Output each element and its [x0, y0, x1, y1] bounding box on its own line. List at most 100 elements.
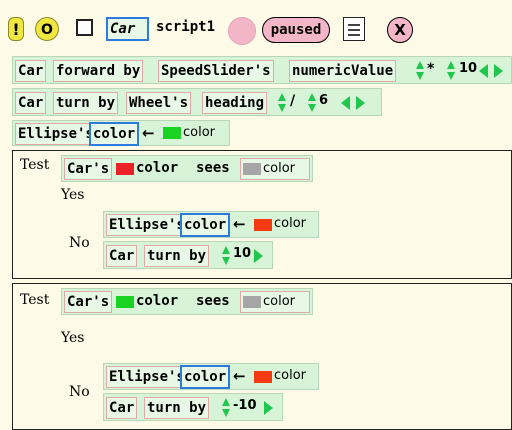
up-down-arrow-icon[interactable] [221, 398, 231, 418]
up-arrow [308, 93, 316, 101]
up-arrow [278, 93, 286, 101]
test1-no2-amount[interactable]: 10 [233, 246, 251, 261]
up-arrow [447, 61, 455, 69]
line2-player-tile[interactable]: Car [15, 92, 47, 114]
script-header: ! O Car script1 paused X [0, 0, 512, 50]
right-arrow [494, 64, 503, 78]
left-arrow [479, 64, 488, 78]
bang-label: ! [12, 20, 20, 39]
right-arrow-icon[interactable] [264, 401, 273, 415]
down-arrow [416, 72, 424, 80]
test2-no-line1[interactable]: Ellipse's color ← color [103, 363, 319, 390]
up-down-arrow-icon[interactable] [307, 93, 317, 113]
down-arrow [222, 409, 230, 417]
line3-player-tile[interactable]: Ellipse's [15, 123, 97, 145]
line2-source-tile[interactable]: Wheel's [126, 92, 192, 114]
test1-sees: sees [196, 160, 230, 176]
down-arrow [308, 104, 316, 112]
turn-line[interactable]: Car turn by Wheel's heading / 6 [12, 88, 382, 116]
test2-no2-amount[interactable]: -10 [233, 398, 257, 413]
up-arrow [222, 398, 230, 406]
green-swatch[interactable] [116, 296, 134, 308]
warning-icon[interactable]: ! [8, 17, 24, 41]
line1-source-tile[interactable]: SpeedSlider's [158, 60, 274, 82]
test2-yes-label: Yes [61, 330, 85, 346]
test2-sees: sees [196, 293, 230, 309]
paused-icon[interactable] [228, 17, 256, 45]
test2-no-label: No [69, 384, 90, 400]
test1-no1-assign: ← [233, 215, 246, 233]
close-icon[interactable]: X [387, 17, 413, 43]
player-name: Car [110, 21, 136, 37]
ellipse-color-line[interactable]: Ellipse's color ← color [12, 120, 230, 146]
test2-value-box[interactable]: color [240, 291, 310, 313]
gray-swatch[interactable] [243, 296, 261, 308]
test2-no1-property-tile[interactable]: color [180, 365, 231, 389]
test2-swatch-label: color [136, 293, 179, 309]
test2-no1-player-tile[interactable]: Ellipse's [106, 366, 188, 388]
line2-operator[interactable]: / [290, 93, 295, 109]
test1-no-label: No [69, 235, 90, 251]
test2-player-tile[interactable]: Car's [64, 291, 113, 313]
left-arrow [341, 96, 350, 110]
test1-no-line1[interactable]: Ellipse's color ← color [103, 211, 319, 238]
right-arrow-icon[interactable] [254, 249, 263, 263]
script-menu-icon[interactable] [343, 17, 365, 41]
up-arrow [222, 246, 230, 254]
script-name[interactable]: script1 [156, 19, 215, 35]
down-arrow [447, 72, 455, 80]
line1-command-tile[interactable]: forward by [53, 60, 144, 82]
test2-no1-value-label: color [274, 368, 307, 383]
test2-no2-player-tile[interactable]: Car [106, 397, 138, 419]
line2-amount[interactable]: 6 [319, 93, 328, 108]
test2-no-line2[interactable]: Car turn by -10 [103, 393, 283, 421]
up-arrow [416, 61, 424, 69]
test2-no2-command-tile[interactable]: turn by [144, 397, 210, 419]
test1-no2-command-tile[interactable]: turn by [144, 245, 210, 267]
test1-yes-label: Yes [61, 187, 85, 203]
red-swatch[interactable] [116, 163, 134, 175]
line3-assign-arrow: ← [142, 124, 155, 142]
up-down-arrow-icon[interactable] [277, 93, 287, 113]
player-name-tile[interactable]: Car [106, 17, 149, 41]
test1-no-line2[interactable]: Car turn by 10 [103, 241, 273, 269]
line2-command-tile[interactable]: turn by [53, 92, 119, 114]
status-button[interactable]: paused [262, 17, 330, 43]
down-arrow [278, 104, 286, 112]
test1-value-box[interactable]: color [240, 158, 310, 180]
test2-test-label: Test [20, 292, 50, 308]
line3-value-label: color [183, 125, 216, 140]
test1-value-label: color [263, 161, 296, 176]
line1-property-tile[interactable]: numericValue [289, 60, 397, 82]
gray-swatch[interactable] [243, 163, 261, 175]
left-right-arrow-icon[interactable] [341, 96, 369, 110]
line1-player-tile[interactable]: Car [15, 60, 47, 82]
orange-swatch[interactable] [254, 219, 272, 231]
up-down-arrow-icon[interactable] [221, 246, 231, 266]
line1-amount[interactable]: 10 [459, 61, 477, 76]
line3-property-tile[interactable]: color [89, 122, 140, 146]
checkbox-icon[interactable] [76, 19, 93, 36]
test-block-2[interactable]: Test Car's color sees color Yes No Ellip… [12, 283, 512, 430]
test1-condition[interactable]: Car's color sees color [61, 155, 313, 182]
test2-condition[interactable]: Car's color sees color [61, 288, 313, 315]
test-block-1[interactable]: Test Car's color sees color Yes No Ellip… [12, 150, 512, 279]
menu-line [348, 29, 360, 31]
test1-no2-player-tile[interactable]: Car [106, 245, 138, 267]
line2-property-tile[interactable]: heading [202, 92, 268, 114]
up-down-arrow-icon[interactable] [415, 61, 425, 81]
orange-swatch[interactable] [254, 371, 272, 383]
test1-test-label: Test [20, 157, 50, 173]
forward-line[interactable]: Car forward by SpeedSlider's numericValu… [12, 56, 512, 84]
test2-value-label: color [263, 294, 296, 309]
test1-player-tile[interactable]: Car's [64, 158, 113, 180]
test1-no1-property-tile[interactable]: color [180, 213, 231, 237]
ok-icon[interactable]: O [35, 17, 59, 41]
test1-no1-value-label: color [274, 216, 307, 231]
left-right-arrow-icon[interactable] [479, 64, 507, 78]
up-down-arrow-icon[interactable] [446, 61, 456, 81]
close-label: X [394, 21, 406, 39]
line1-operator[interactable]: * [427, 61, 434, 77]
test1-no1-player-tile[interactable]: Ellipse's [106, 214, 188, 236]
green-swatch[interactable] [163, 127, 181, 139]
